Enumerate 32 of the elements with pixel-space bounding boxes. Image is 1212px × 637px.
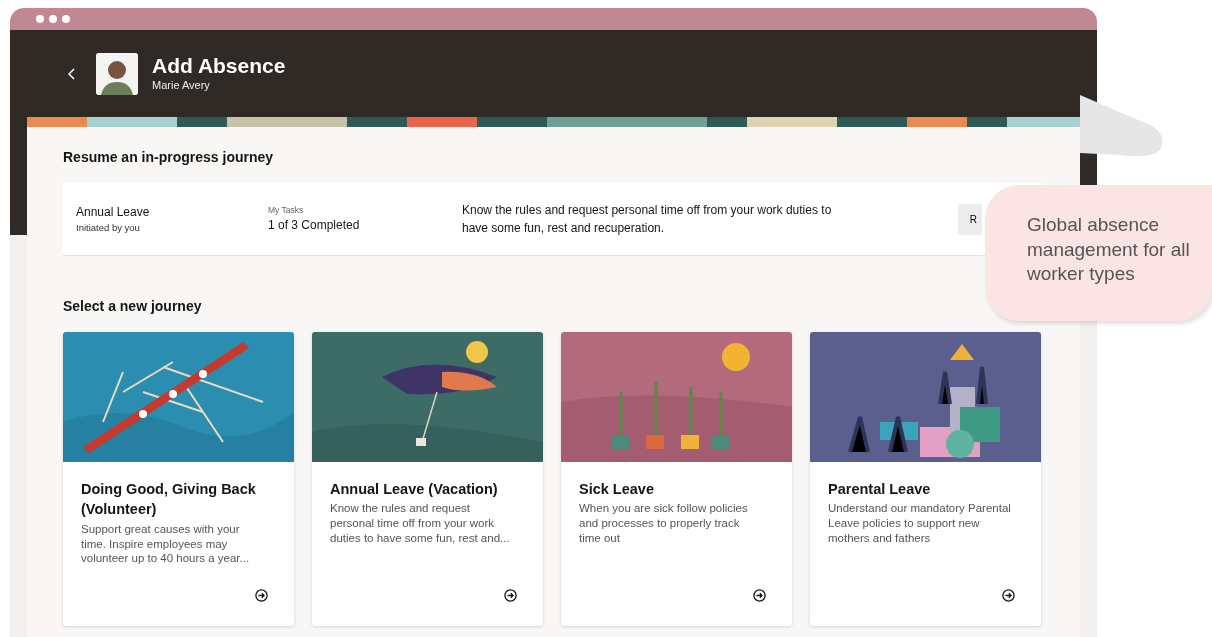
- window-dot-icon: [36, 15, 44, 23]
- card-description: Support great causes with your time. Inspire employees may volunteer up to 40 hours a year...: [81, 521, 251, 567]
- window-dot-icon: [62, 15, 70, 23]
- card-title: Doing Good, Giving Back (Volunteer): [81, 480, 257, 520]
- page-title: Add Absence: [152, 53, 286, 77]
- journey-card[interactable]: Annual Leave (Vacation) Know the rules and request personal time off from your work duties to have some fun, rest and...: [312, 332, 543, 626]
- card-description: Know the rules and request personal time off from your work duties to have some fun, rest and...: [330, 501, 511, 547]
- arrow-circle-icon[interactable]: [255, 589, 268, 602]
- card-description: When you are sick follow policies and processes to properly track time out: [579, 501, 749, 547]
- employee-name: Marie Avery: [152, 77, 211, 93]
- avatar-icon: [96, 52, 138, 95]
- section-heading: Select a new journey: [63, 297, 203, 316]
- section-heading: Resume an in-progress journey: [63, 148, 275, 167]
- tasks-label: My Tasks: [268, 203, 305, 217]
- arrow-circle-icon[interactable]: [1002, 589, 1015, 602]
- card-title: Sick Leave: [579, 480, 655, 499]
- journey-card[interactable]: Doing Good, Giving Back (Volunteer) Support great causes with your time. Inspire employees may volunteer up to 40 hours a year...: [63, 332, 294, 626]
- arrow-circle-icon[interactable]: [753, 589, 766, 602]
- resume-button[interactable]: R: [957, 203, 982, 235]
- back-icon: [68, 68, 76, 81]
- journey-name: Annual Leave: [76, 203, 151, 221]
- journey-card[interactable]: Parental Leave Understand our mandatory Parental Leave policies to support new mothers and fathers: [810, 332, 1041, 626]
- arrow-circle-icon[interactable]: [504, 589, 517, 602]
- card-description: Understand our mandatory Parental Leave policies to support new mothers and fathers: [828, 501, 1011, 547]
- initiator-text: Initiated by you: [76, 220, 141, 235]
- card-title: Annual Leave (Vacation): [330, 480, 499, 499]
- card-title: Parental Leave: [828, 480, 932, 499]
- journey-card[interactable]: Sick Leave When you are sick follow policies and processes to properly track time out: [561, 332, 792, 626]
- callout-text: Global absence management for all worker types: [985, 185, 1212, 321]
- journey-description: Know the rules and request personal time off from your work duties to have some fun, rest and recuperation.: [462, 202, 833, 237]
- window-dot-icon: [49, 15, 57, 23]
- tasks-count: 1 of 3 Completed: [268, 217, 361, 235]
